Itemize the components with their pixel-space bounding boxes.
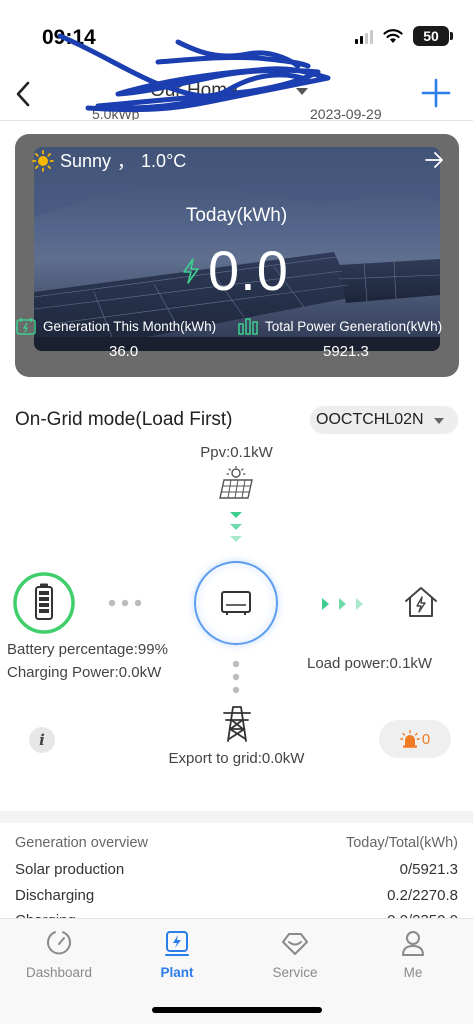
wifi-icon	[383, 29, 403, 43]
solar-flow-arrows-icon	[230, 512, 242, 542]
arrow-right-icon[interactable]	[424, 150, 444, 170]
battery-percentage: Battery percentage:99%	[7, 641, 168, 658]
lightning-icon	[183, 257, 199, 284]
battery-calendar-icon	[16, 318, 36, 335]
add-icon[interactable]	[419, 76, 453, 110]
overview-title: Generation overview	[15, 835, 148, 851]
plant-title[interactable]: Our Home	[150, 80, 238, 102]
battery-icon	[13, 572, 75, 634]
battery-flow-dots-icon	[108, 599, 142, 607]
month-generation-label-row: Generation This Month(kWh)	[15, 316, 216, 336]
overview-row-label: Solar production	[15, 861, 125, 878]
status-icons: 50	[355, 26, 453, 46]
plant-capacity: 5.0kWp	[92, 106, 140, 120]
month-generation-value: 36.0	[109, 343, 139, 360]
person-icon	[402, 931, 424, 956]
ppv-label: Ppv:0.1kW	[200, 444, 273, 461]
charging-power: Charging Power:0.0kW	[7, 664, 162, 681]
home-load-icon	[405, 587, 437, 617]
overview-unit-header: Today/Total(kWh)	[345, 835, 458, 851]
tab-dashboard[interactable]: Dashboard	[0, 929, 118, 980]
info-button[interactable]: i	[29, 727, 55, 753]
solar-panel-icon	[219, 466, 253, 499]
grid-pylon-icon	[223, 706, 251, 742]
status-time: 09:14	[42, 26, 96, 49]
weather-condition: Sunny	[60, 150, 112, 171]
total-generation-label: Total Power Generation(kWh)	[265, 318, 443, 334]
grid-flow-dots-icon	[232, 660, 240, 694]
status-bar: 09:14 50	[0, 0, 473, 70]
tab-dashboard-label: Dashboard	[25, 965, 93, 980]
load-power: Load power:0.1kW	[307, 655, 433, 672]
overview-row-value: 0.2/2270.8	[387, 887, 458, 904]
weather-temperature: 1.0°C	[141, 150, 187, 171]
today-label: Today(kWh)	[185, 205, 288, 226]
plant-dropdown-caret-icon[interactable]	[296, 88, 308, 95]
plant-date: 2023-09-29	[310, 106, 382, 120]
tab-service-label: Service	[272, 965, 318, 980]
nav-divider	[0, 120, 473, 121]
home-indicator[interactable]	[152, 1007, 322, 1013]
tab-service[interactable]: Service	[236, 929, 354, 980]
alarm-count: 0	[421, 730, 431, 748]
tab-plant[interactable]: Plant	[118, 929, 236, 980]
today-energy: 0.0	[180, 238, 289, 303]
chevron-left-icon	[16, 81, 30, 107]
chevron-down-icon	[434, 418, 444, 424]
total-generation-value: 5921.3	[323, 343, 369, 360]
battery-status-icon: 50	[413, 26, 453, 46]
dashboard-icon	[47, 931, 71, 955]
device-select[interactable]: OOCTCHL02N	[310, 406, 458, 434]
overview-row-value: 0/5921.3	[399, 861, 458, 878]
operating-mode: On-Grid mode(Load First)	[15, 409, 233, 430]
section-divider	[0, 811, 473, 823]
tab-me-label: Me	[403, 965, 423, 980]
inverter-icon	[221, 591, 251, 615]
cellular-signal-icon	[355, 28, 373, 44]
inverter-button[interactable]	[194, 561, 278, 645]
plant-icon	[165, 931, 189, 956]
overview-row-label: Discharging	[15, 887, 95, 904]
service-icon	[282, 933, 308, 955]
tab-me[interactable]: Me	[354, 929, 472, 980]
weather-separator: ，	[117, 152, 136, 172]
plant-subheader: 5.0kWp 2023-09-29	[0, 106, 473, 120]
today-value: 0.0	[208, 239, 289, 302]
weather-summary: Sunny， 1.0°C	[32, 148, 186, 174]
device-select-value: OOCTCHL02N	[316, 411, 424, 428]
load-flow-arrows-icon	[322, 598, 363, 610]
sun-icon	[32, 150, 54, 172]
alarm-button[interactable]: 0	[379, 720, 451, 758]
bar-chart-icon	[238, 318, 258, 335]
alarm-siren-icon	[399, 730, 420, 748]
total-generation-label-row: Total Power Generation(kWh)	[237, 316, 442, 336]
tab-plant-label: Plant	[160, 965, 194, 980]
month-generation-label: Generation This Month(kWh)	[43, 318, 217, 334]
